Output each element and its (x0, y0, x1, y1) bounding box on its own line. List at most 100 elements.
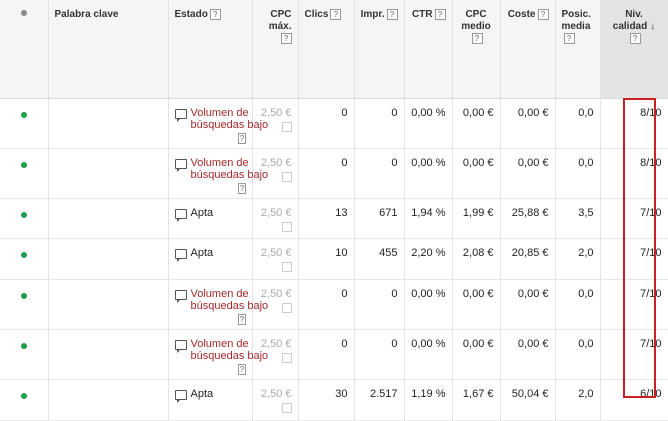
row-status-dot[interactable] (0, 198, 49, 239)
status-cell: Volumen de búsquedas bajo? (168, 148, 268, 199)
clicks-cell: 0 (298, 98, 355, 149)
quality-cell: 7/10 (600, 238, 668, 280)
avg-cpc-cell: 0,00 € (452, 279, 501, 330)
comment-icon[interactable] (174, 249, 187, 262)
help-icon[interactable]: ? (280, 33, 292, 44)
avg-pos-cell: 3,5 (555, 198, 601, 239)
row-status-dot[interactable] (0, 329, 49, 380)
comment-icon[interactable] (174, 109, 187, 122)
keyword-cell[interactable] (48, 279, 169, 330)
keyword-cell[interactable] (48, 148, 169, 199)
header-max-cpc[interactable]: CPC máx.? (252, 0, 299, 99)
cost-cell: 0,00 € (500, 279, 556, 330)
header-clicks[interactable]: Clics? (298, 0, 355, 99)
table-row: Apta 2,50 €13 671 1,94 % 1,99 €25,88 €3,5 7/1… (0, 198, 668, 239)
header-cost[interactable]: Coste? (500, 0, 556, 99)
keywords-grid: Palabra clave Estado? CPC máx.? Clics? I… (0, 0, 668, 421)
row-status-dot[interactable] (0, 379, 49, 421)
keyword-cell[interactable] (48, 98, 169, 149)
help-icon[interactable]: ? (330, 9, 342, 20)
comment-icon[interactable] (174, 209, 187, 222)
header-status[interactable]: Estado? (168, 0, 253, 99)
clicks-cell: 0 (298, 148, 355, 199)
quality-cell: 8/10 (600, 98, 668, 149)
comment-icon[interactable] (174, 159, 187, 172)
help-icon[interactable]: ? (563, 33, 575, 44)
impr-cell: 0 (354, 279, 405, 330)
ctr-cell: 2,20 % (404, 238, 453, 280)
avg-cpc-cell: 2,08 € (452, 238, 501, 280)
max-cpc-cell[interactable]: 2,50 € (252, 238, 299, 280)
clicks-cell: 13 (298, 198, 355, 239)
arrow-down-icon: ↓ (650, 21, 656, 32)
header-keyword[interactable]: Palabra clave (48, 0, 169, 99)
clicks-cell: 0 (298, 329, 355, 380)
header-ctr[interactable]: CTR? (404, 0, 453, 99)
row-status-dot[interactable] (0, 238, 49, 280)
keyword-cell[interactable] (48, 238, 169, 280)
cost-cell: 25,88 € (500, 198, 556, 239)
help-icon[interactable]: ? (238, 133, 246, 144)
help-icon[interactable]: ? (434, 9, 446, 20)
comment-icon[interactable] (174, 390, 187, 403)
table-row: Apta 2,50 €30 2.517 1,19 % 1,67 €50,04 €2,0 6… (0, 379, 668, 421)
avg-pos-cell: 0,0 (555, 329, 601, 380)
clicks-cell: 10 (298, 238, 355, 280)
help-icon[interactable]: ? (471, 33, 483, 44)
cost-cell: 20,85 € (500, 238, 556, 280)
header-impr[interactable]: Impr.? (354, 0, 405, 99)
header-avg-pos[interactable]: Posic. media? (555, 0, 601, 99)
keyword-cell[interactable] (48, 379, 169, 421)
impr-cell: 0 (354, 148, 405, 199)
cost-cell: 0,00 € (500, 98, 556, 149)
keyword-cell[interactable] (48, 329, 169, 380)
avg-cpc-cell: 0,00 € (452, 98, 501, 149)
status-cell: Apta (168, 238, 253, 280)
help-icon[interactable]: ? (386, 9, 398, 20)
header-avg-cpc[interactable]: CPC medio? (452, 0, 501, 99)
row-status-dot[interactable] (0, 279, 49, 330)
status-cell: Volumen de búsquedas bajo? (168, 98, 268, 149)
enabled-dot-icon (20, 112, 27, 118)
ctr-cell: 0,00 % (404, 98, 453, 149)
keyword-cell[interactable] (48, 198, 169, 239)
avg-cpc-cell: 1,99 € (452, 198, 501, 239)
help-icon[interactable]: ? (238, 183, 246, 194)
row-status-dot[interactable] (0, 148, 49, 199)
row-status-dot[interactable] (0, 98, 49, 149)
max-cpc-cell[interactable]: 2,50 € (252, 379, 299, 421)
comment-icon[interactable] (174, 290, 187, 303)
help-icon[interactable]: ? (209, 9, 221, 20)
enabled-dot-icon (20, 293, 27, 299)
ctr-cell: 0,00 % (404, 329, 453, 380)
quality-cell: 7/10 (600, 279, 668, 330)
quality-cell: 7/10 (600, 329, 668, 380)
ctr-cell: 0,00 % (404, 148, 453, 199)
ctr-cell: 0,00 % (404, 279, 453, 330)
header-quality[interactable]: Niv. calidad ↓? (600, 0, 668, 99)
table-row: Volumen de búsquedas bajo? 2,50 €0 0 0,00 %… (0, 98, 668, 149)
enabled-dot-icon (20, 252, 27, 258)
avg-pos-cell: 0,0 (555, 148, 601, 199)
keywords-table: Palabra clave Estado? CPC máx.? Clics? I… (0, 0, 668, 421)
table-row: Apta 2,50 €10 455 2,20 % 2,08 €20,85 €2,0 7/1… (0, 238, 668, 280)
max-cpc-cell[interactable]: 2,50 € (252, 198, 299, 239)
status-cell: Volumen de búsquedas bajo? (168, 279, 268, 330)
cost-cell: 0,00 € (500, 329, 556, 380)
avg-cpc-cell: 0,00 € (452, 329, 501, 380)
checkbox-icon (281, 353, 292, 363)
avg-pos-cell: 2,0 (555, 238, 601, 280)
help-icon[interactable]: ? (629, 33, 641, 44)
checkbox-icon (281, 403, 292, 413)
help-icon[interactable]: ? (537, 9, 549, 20)
help-icon[interactable]: ? (238, 314, 246, 325)
checkbox-icon (281, 172, 292, 182)
status-dot-icon (20, 10, 27, 16)
cost-cell: 0,00 € (500, 148, 556, 199)
avg-pos-cell: 0,0 (555, 98, 601, 149)
checkbox-icon (281, 303, 292, 313)
checkbox-icon (281, 262, 292, 272)
comment-icon[interactable] (174, 340, 187, 353)
help-icon[interactable]: ? (238, 364, 246, 375)
status-dot-header[interactable] (0, 0, 49, 99)
